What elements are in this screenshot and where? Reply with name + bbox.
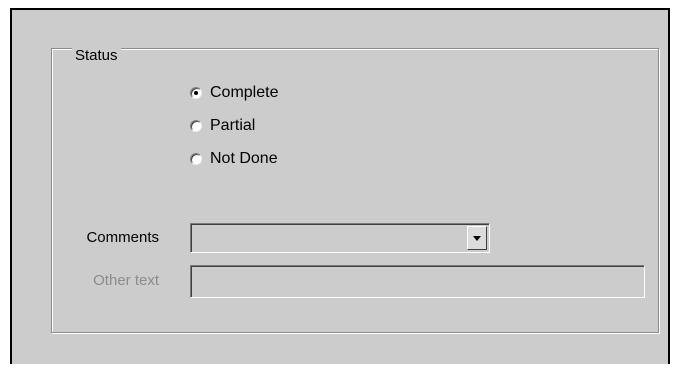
status-group-title: Status — [72, 47, 121, 65]
radio-button-selected-icon[interactable] — [190, 87, 202, 99]
dialog-window: Status Complete Partial Not Done Comment… — [10, 8, 670, 364]
radio-label-complete: Complete — [210, 84, 279, 101]
radio-option-not-done[interactable]: Not Done — [190, 149, 278, 169]
radio-option-partial[interactable]: Partial — [190, 116, 255, 136]
comments-dropdown[interactable] — [190, 223, 490, 253]
comments-label: Comments — [86, 229, 159, 246]
chevron-down-icon — [473, 235, 481, 241]
radio-option-complete[interactable]: Complete — [190, 83, 278, 103]
radio-button-icon[interactable] — [190, 153, 202, 165]
dropdown-button[interactable] — [467, 226, 487, 250]
radio-label-not-done: Not Done — [210, 150, 278, 167]
radio-button-icon[interactable] — [190, 120, 202, 132]
radio-label-partial: Partial — [210, 117, 256, 134]
other-text-field[interactable] — [190, 265, 645, 298]
other-text-label: Other text — [93, 272, 159, 289]
